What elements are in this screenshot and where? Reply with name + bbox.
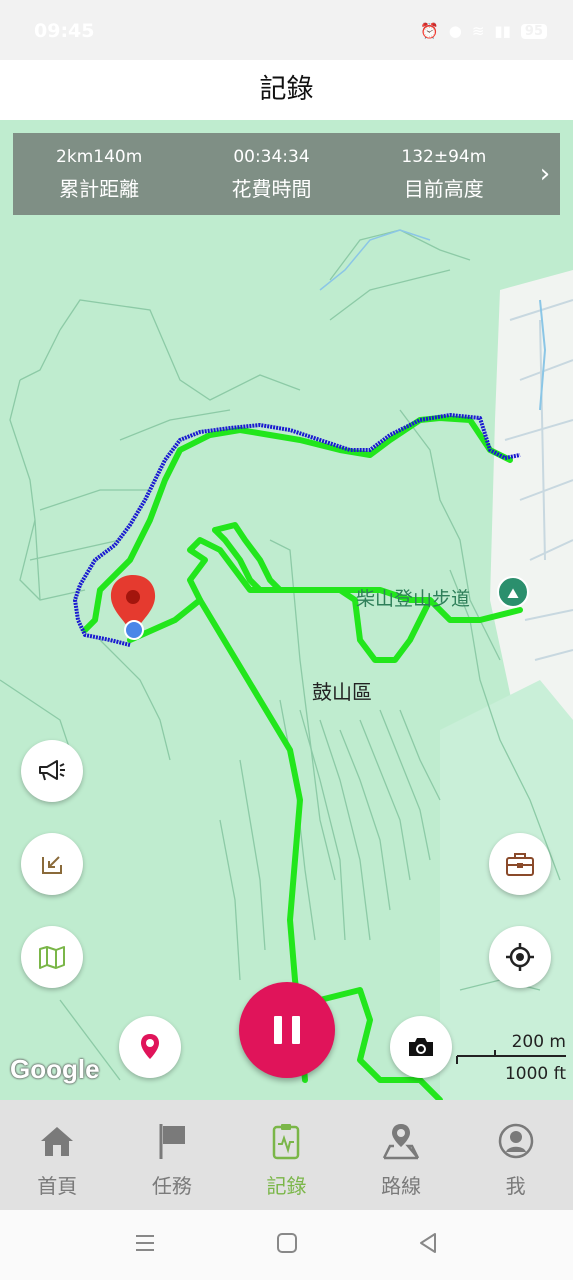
system-nav-bar <box>0 1210 573 1280</box>
recent-apps-icon[interactable] <box>134 1232 156 1254</box>
camera-icon <box>409 1038 433 1056</box>
chevron-right-icon[interactable]: › <box>530 133 560 215</box>
stat-value: 00:34:34 <box>233 147 310 167</box>
area-label: 鼓山區 <box>312 680 372 704</box>
tab-label: 我 <box>505 1174 526 1198</box>
map-scale: 200 m 1000 ft <box>456 1032 566 1084</box>
map-layers-button[interactable] <box>21 926 83 988</box>
stat-value: 2km140m <box>56 147 143 167</box>
stat-altitude: 132±94m 目前高度 <box>358 133 530 215</box>
battery-indicator: 95 <box>520 23 547 39</box>
alarm-icon: ⏰ <box>420 22 439 40</box>
map-background: ⛰ <box>0 229 573 1100</box>
flag-icon <box>155 1122 189 1160</box>
page-title: 記錄 <box>259 74 314 105</box>
home-icon <box>38 1122 76 1160</box>
tab-routes[interactable]: 路線 <box>344 1100 459 1210</box>
pause-icon <box>274 1016 282 1044</box>
location-icon: ● <box>448 22 462 40</box>
download-arrow-icon <box>42 856 62 874</box>
stat-distance: 2km140m 累計距離 <box>13 133 185 215</box>
camera-button[interactable] <box>390 1016 452 1078</box>
back-nav-icon[interactable] <box>417 1232 439 1254</box>
status-bar: 09:45 ⏰ ● ≋ ▮▮ 95 <box>0 0 573 60</box>
megaphone-icon <box>39 760 65 781</box>
toolbox-button[interactable] <box>489 833 551 895</box>
svg-text:⛰: ⛰ <box>507 586 519 602</box>
page-header: 記錄 <box>0 60 573 120</box>
stat-label: 花費時間 <box>231 177 312 201</box>
folded-map-icon <box>39 946 65 969</box>
stats-panel[interactable]: 2km140m 累計距離 00:34:34 花費時間 132±94m 目前高度 … <box>13 133 560 215</box>
tab-label: 首頁 <box>37 1174 78 1198</box>
pause-recording-button[interactable] <box>239 982 335 1078</box>
scale-imperial: 1000 ft <box>504 1064 566 1084</box>
tab-home[interactable]: 首頁 <box>0 1100 115 1210</box>
add-waypoint-button[interactable] <box>119 1016 181 1078</box>
stat-time: 00:34:34 花費時間 <box>185 133 357 215</box>
status-time: 09:45 <box>34 20 95 42</box>
briefcase-icon <box>506 853 534 876</box>
tab-label: 任務 <box>151 1174 192 1198</box>
gps-dot-icon <box>124 620 144 640</box>
import-button[interactable] <box>21 833 83 895</box>
signal-icon: ▮▮ <box>494 22 511 40</box>
record-clipboard-icon <box>271 1122 301 1160</box>
crosshair-icon <box>506 943 534 971</box>
status-icons: ⏰ ● ≋ ▮▮ 95 <box>420 22 547 40</box>
bottom-tab-bar: 首頁 任務 記錄 路線 我 <box>0 1100 573 1210</box>
tab-profile[interactable]: 我 <box>458 1100 573 1210</box>
route-map-icon <box>380 1122 422 1160</box>
stat-label: 累計距離 <box>59 177 140 201</box>
scale-bar <box>456 1050 566 1064</box>
announcement-button[interactable] <box>21 740 83 802</box>
google-logo: Google <box>10 1054 100 1084</box>
tab-label: 路線 <box>381 1174 422 1198</box>
tab-label: 記錄 <box>266 1174 307 1198</box>
home-nav-icon[interactable] <box>276 1232 298 1254</box>
profile-icon <box>498 1122 534 1160</box>
trail-label[interactable]: 柴山登山步道 <box>356 584 470 611</box>
tab-records[interactable]: 記錄 <box>229 1100 344 1210</box>
stat-value: 132±94m <box>401 147 487 167</box>
stat-label: 目前高度 <box>403 177 484 201</box>
map-view[interactable]: ⛰ 2km140m 累計距離 00:34:34 花費時間 132±94m 目前高… <box>0 120 573 1100</box>
tab-missions[interactable]: 任務 <box>115 1100 230 1210</box>
wifi-icon: ≋ <box>471 22 485 40</box>
my-location-button[interactable] <box>489 926 551 988</box>
location-pin-icon <box>141 1034 159 1059</box>
